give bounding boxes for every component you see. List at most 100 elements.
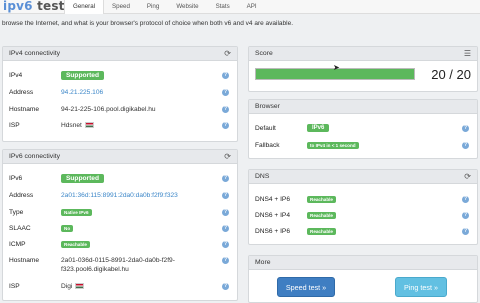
reachable-badge: Reachable <box>307 212 336 219</box>
browser-panel: Browser Default IPv6 ? Fallback to IPv4 … <box>248 99 478 159</box>
tab-website[interactable]: Website <box>168 0 207 14</box>
speed-test-button[interactable]: Speed test » <box>277 277 335 297</box>
help-icon[interactable]: ? <box>222 175 229 182</box>
hostname-line-1: 2a01-036d-0115-8991-2da0-da0b-f2f9- <box>61 257 175 264</box>
row-label: ISP <box>9 122 20 129</box>
dns-panel-header: DNS ⟳ <box>249 170 477 184</box>
ipv6-row-address: Address 2a01:36d:115:8991:2da0:da0b:f2f9… <box>9 191 231 203</box>
help-icon[interactable]: ? <box>222 122 229 129</box>
help-icon[interactable]: ? <box>462 142 469 149</box>
row-label: IPv4 <box>9 72 23 79</box>
ipv4-row-isp: ISP Hdsnet ? <box>9 121 231 133</box>
list-icon[interactable]: ☰ <box>464 49 471 59</box>
help-icon[interactable]: ? <box>222 192 229 199</box>
tab-general[interactable]: General <box>64 0 105 14</box>
row-label: Type <box>9 209 24 216</box>
score-panel-title: Score <box>255 50 273 57</box>
tab-stats[interactable]: Stats <box>208 0 239 14</box>
help-icon[interactable]: ? <box>462 125 469 132</box>
type-badge: Native IPv6 <box>61 209 92 216</box>
reachable-badge: Reachable <box>307 228 336 235</box>
default-badge: IPv6 <box>307 124 330 132</box>
browser-row-fallback: Fallback to IPv4 in < 1 second ? <box>255 141 471 153</box>
browser-row-default: Default IPv6 ? <box>255 124 471 136</box>
refresh-icon[interactable]: ⟳ <box>464 172 471 182</box>
ping-test-button[interactable]: Ping test » <box>395 277 447 297</box>
score-panel: Score ☰ ➤ 20 / 20 <box>248 46 478 92</box>
logo-prefix: ipv6 <box>3 0 33 13</box>
row-label: SLAAC <box>9 225 31 232</box>
refresh-icon[interactable]: ⟳ <box>224 49 231 59</box>
fallback-badge: to IPv4 in < 1 second <box>307 142 359 149</box>
help-icon[interactable]: ? <box>222 72 229 79</box>
row-label: Fallback <box>255 142 280 149</box>
ipv6-row-hostname: Hostname 2a01-036d-0115-8991-2da0-da0b-f… <box>9 256 231 276</box>
ipv6-address-link[interactable]: 2a01:36d:115:8991:2da0:da0b:f2f9:f323 <box>61 192 178 199</box>
score-panel-header: Score ☰ <box>249 47 477 61</box>
logo-suffix: test <box>32 0 65 13</box>
isp-value: Digi <box>61 283 73 290</box>
tab-api[interactable]: API <box>239 0 266 14</box>
icmp-badge: Reachable <box>61 241 90 248</box>
status-badge: Supported <box>61 174 104 183</box>
ipv4-address-link[interactable]: 94.21.225.106 <box>61 89 103 96</box>
more-panel-header: More <box>249 256 477 270</box>
mouse-cursor-icon: ➤ <box>333 63 340 72</box>
row-label: Default <box>255 125 276 132</box>
ipv6-row-status: IPv6 Supported ? <box>9 174 231 186</box>
row-label: ICMP <box>9 241 26 248</box>
ipv6-row-slaac: SLAAC No ? <box>9 224 231 236</box>
ipv6-row-type: Type Native IPv6 ? <box>9 208 231 220</box>
help-icon[interactable]: ? <box>222 89 229 96</box>
site-logo[interactable]: ipv6 test <box>3 0 65 13</box>
help-icon[interactable]: ? <box>222 257 229 264</box>
help-icon[interactable]: ? <box>462 228 469 235</box>
score-value: 20 / 20 <box>431 67 471 82</box>
ipv4-panel-header: IPv4 connectivity ⟳ <box>3 47 237 61</box>
tab-speed[interactable]: Speed <box>104 0 139 14</box>
ipv4-row-hostname: Hostname 94-21-225-106.pool.digikabel.hu… <box>9 105 231 117</box>
hostname-line-2: f323.pool6.digikabel.hu <box>61 266 129 273</box>
ipv6-panel-header: IPv6 connectivity ⟳ <box>3 150 237 164</box>
hungary-flag-icon <box>84 122 94 129</box>
tab-ping[interactable]: Ping <box>139 0 168 14</box>
dns-row-dns4-ip6: DNS4 + IP6 Reachable ? <box>255 195 471 207</box>
dns-panel: DNS ⟳ DNS4 + IP6 Reachable ? DNS6 + IP4 … <box>248 169 478 245</box>
ipv6-panel: IPv6 connectivity ⟳ IPv6 Supported ? Add… <box>2 149 238 301</box>
row-label: Address <box>9 192 34 199</box>
browser-panel-header: Browser <box>249 100 477 114</box>
slaac-badge: No <box>61 225 74 232</box>
ipv4-panel: IPv4 connectivity ⟳ IPv4 Supported ? Add… <box>2 46 238 142</box>
ipv4-row-address: Address 94.21.225.106 ? <box>9 88 231 100</box>
row-label: ISP <box>9 283 20 290</box>
status-badge: Supported <box>61 71 104 80</box>
dns-row-dns6-ip6: DNS6 + IP6 Reachable ? <box>255 227 471 239</box>
intro-text: browse the Internet, and what is your br… <box>2 20 478 27</box>
row-label: DNS6 + IP6 <box>255 228 291 235</box>
help-icon[interactable]: ? <box>222 283 229 290</box>
more-panel-title: More <box>255 259 271 266</box>
row-label: DNS4 + IP6 <box>255 196 291 203</box>
help-icon[interactable]: ? <box>462 196 469 203</box>
hungary-flag-icon <box>75 283 85 290</box>
nav-tabs: General Speed Ping Website Stats API <box>64 0 266 14</box>
help-icon[interactable]: ? <box>222 225 229 232</box>
dns-panel-title: DNS <box>255 173 270 180</box>
ipv4-row-status: IPv4 Supported ? <box>9 71 231 83</box>
row-label: DNS6 + IP4 <box>255 212 291 219</box>
help-icon[interactable]: ? <box>222 209 229 216</box>
isp-value: Hdsnet <box>61 122 82 129</box>
help-icon[interactable]: ? <box>462 212 469 219</box>
row-label: IPv6 <box>9 175 23 182</box>
refresh-icon[interactable]: ⟳ <box>224 152 231 162</box>
score-body: ➤ 20 / 20 <box>249 61 477 91</box>
reachable-badge: Reachable <box>307 196 336 203</box>
intro-line: browse the Internet, and what is your br… <box>2 20 294 27</box>
row-label: Address <box>9 89 34 96</box>
top-navbar: ipv6 test General Speed Ping Website Sta… <box>0 0 480 14</box>
hostname-value: 94-21-225-106.pool.digikabel.hu <box>61 106 156 113</box>
ipv6-panel-title: IPv6 connectivity <box>9 153 60 160</box>
help-icon[interactable]: ? <box>222 241 229 248</box>
browser-panel-title: Browser <box>255 103 280 110</box>
help-icon[interactable]: ? <box>222 106 229 113</box>
